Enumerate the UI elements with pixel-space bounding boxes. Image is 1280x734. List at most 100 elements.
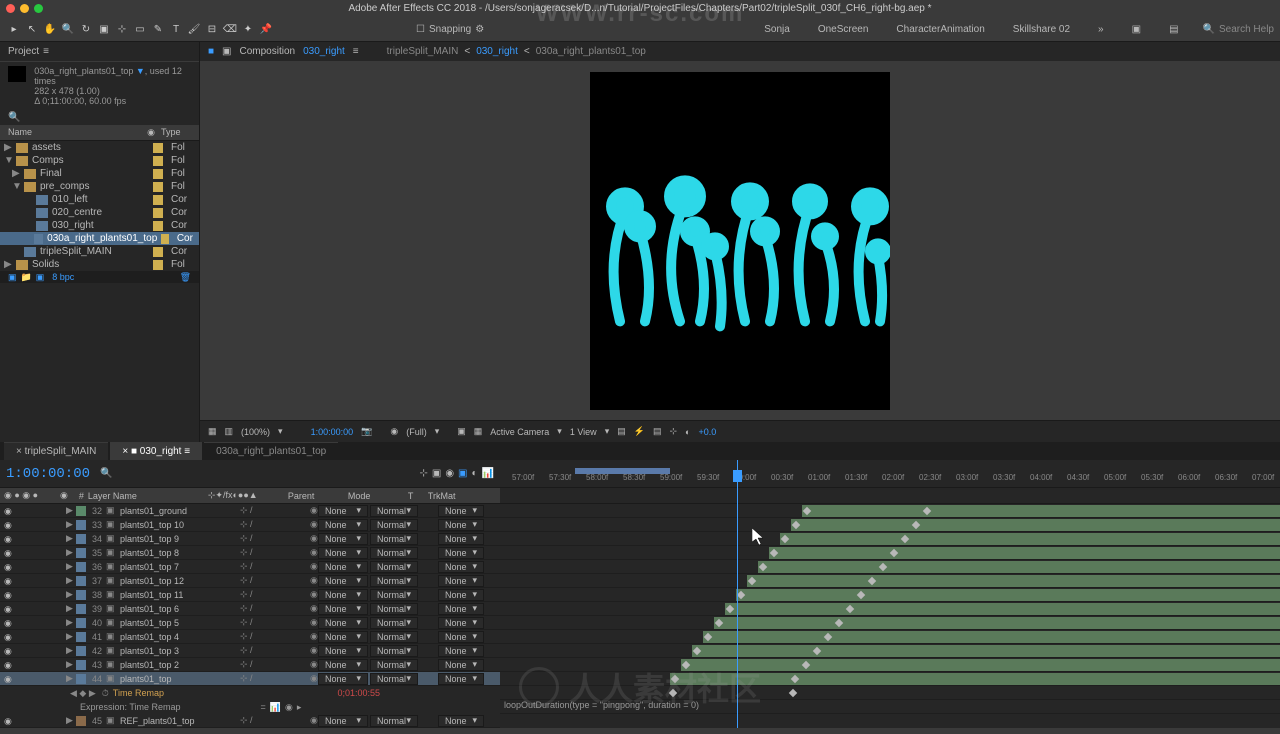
time-remap-property[interactable]: ◀ ◆ ▶ ⏱ Time Remap 0;01:00:55: [0, 686, 500, 700]
expand-arrow-icon[interactable]: ▶: [66, 589, 76, 600]
layer-row[interactable]: ◉▶37▣plants01_top 12⊹ /◉None▾Normal▾None…: [0, 574, 500, 588]
expand-arrow-icon[interactable]: ▶: [66, 547, 76, 558]
maximize-dot[interactable]: [34, 4, 43, 13]
camera-dropdown-icon[interactable]: ▾: [557, 426, 562, 437]
parent-dropdown[interactable]: None▾: [318, 715, 368, 727]
layer-label-swatch[interactable]: [76, 534, 86, 544]
layer-name[interactable]: REF_plants01_top: [116, 716, 240, 726]
layer-bar-row[interactable]: [500, 658, 1280, 672]
layer-bar-row[interactable]: [500, 602, 1280, 616]
layer-label-swatch[interactable]: [76, 506, 86, 516]
layer-row[interactable]: ◉▶33▣plants01_top 10⊹ /◉None▾Normal▾None…: [0, 518, 500, 532]
expand-arrow-icon[interactable]: ▶: [66, 659, 76, 670]
playhead[interactable]: [737, 460, 738, 728]
layer-bar-row[interactable]: [500, 644, 1280, 658]
tree-item[interactable]: ▶FinalFol: [0, 167, 199, 180]
viewer-canvas[interactable]: [200, 62, 1280, 420]
visibility-icon[interactable]: ◉: [4, 506, 14, 516]
parent-dropdown[interactable]: None▾: [318, 631, 368, 643]
zoom-level[interactable]: (100%): [241, 427, 270, 437]
keyframe-nav-icon[interactable]: ◀ ◆ ▶: [70, 688, 96, 699]
tree-item[interactable]: tripleSplit_MAINCor: [0, 245, 199, 258]
parent-dropdown[interactable]: None▾: [318, 561, 368, 573]
visibility-icon[interactable]: ◉: [4, 632, 14, 642]
label-col-icon[interactable]: ◉: [147, 127, 155, 138]
mode-dropdown[interactable]: Normal▾: [370, 603, 418, 615]
timeline-icon[interactable]: ▤: [653, 426, 662, 437]
parent-dropdown[interactable]: None▾: [318, 519, 368, 531]
parent-dropdown[interactable]: None▾: [318, 645, 368, 657]
visibility-icon[interactable]: ◉: [4, 520, 14, 530]
tree-item[interactable]: 030_rightCor: [0, 219, 199, 232]
mode-dropdown[interactable]: Normal▾: [370, 519, 418, 531]
snapping-options-icon[interactable]: ⚙: [475, 24, 484, 35]
layer-row[interactable]: ◉▶39▣plants01_top 6⊹ /◉None▾Normal▾None▾: [0, 602, 500, 616]
layer-bar-row[interactable]: [500, 616, 1280, 630]
grid-icon[interactable]: ▥: [225, 426, 234, 437]
layer-row[interactable]: ◉▶40▣plants01_top 5⊹ /◉None▾Normal▾None▾: [0, 616, 500, 630]
layer-bar-row[interactable]: [500, 532, 1280, 546]
layer-label-swatch[interactable]: [76, 576, 86, 586]
layer-bar-row[interactable]: [500, 518, 1280, 532]
crumb-1[interactable]: 030_right: [476, 46, 518, 57]
tree-item[interactable]: ▼pre_compsFol: [0, 180, 199, 193]
channel-icon[interactable]: ◉: [390, 426, 398, 437]
pickwhip-icon[interactable]: ◉: [310, 715, 318, 726]
expand-arrow-icon[interactable]: ▶: [66, 519, 76, 530]
layer-bar-row[interactable]: [500, 560, 1280, 574]
trkmat-col[interactable]: TrkMat: [428, 491, 488, 501]
expand-arrow-icon[interactable]: ▶: [66, 673, 76, 684]
visibility-icon[interactable]: ◉: [4, 660, 14, 670]
composition-preview[interactable]: [590, 72, 890, 410]
time-remap-label[interactable]: Time Remap: [113, 688, 338, 698]
selection-tool-icon[interactable]: ↖: [24, 22, 40, 38]
expand-arrow-icon[interactable]: ▶: [66, 617, 76, 628]
layer-label-swatch[interactable]: [76, 646, 86, 656]
timeline-timecode[interactable]: 1:00:00:00: [6, 466, 90, 482]
panel-menu-icon[interactable]: ≡: [43, 46, 49, 57]
col-name[interactable]: Name: [8, 127, 147, 138]
layer-row[interactable]: ◉▶36▣plants01_top 7⊹ /◉None▾Normal▾None▾: [0, 560, 500, 574]
expr-pickwhip-icon[interactable]: ◉: [285, 702, 293, 713]
visibility-icon[interactable]: ◉: [4, 548, 14, 558]
mode-dropdown[interactable]: Normal▾: [370, 561, 418, 573]
tree-item[interactable]: ▶SolidsFol: [0, 258, 199, 271]
workspace-characteranimation[interactable]: CharacterAnimation: [892, 22, 988, 37]
expr-language-icon[interactable]: ▸: [297, 702, 302, 713]
zoom-tool-icon[interactable]: 🔍: [60, 22, 76, 38]
motion-blur-icon[interactable]: ◐: [472, 468, 478, 479]
shape-tool-icon[interactable]: ▭: [132, 22, 148, 38]
layer-label-swatch[interactable]: [76, 632, 86, 642]
window-controls[interactable]: [6, 4, 43, 13]
brush-tool-icon[interactable]: 🖌: [186, 22, 202, 38]
project-tree[interactable]: ▶assetsFol▼CompsFol▶FinalFol▼pre_compsFo…: [0, 141, 199, 271]
workspace-onescreen[interactable]: OneScreen: [814, 22, 873, 37]
comp-new-icon[interactable]: ▣: [36, 272, 45, 283]
close-dot[interactable]: [6, 4, 15, 13]
flowchart-icon[interactable]: ⊹: [669, 426, 677, 437]
mode-dropdown[interactable]: Normal▾: [370, 673, 418, 685]
trkmat-dropdown[interactable]: None▾: [438, 659, 484, 671]
time-remap-value[interactable]: 0;01:00:55: [337, 688, 500, 698]
expression-text-row[interactable]: loopOutDuration(type = "pingpong", durat…: [500, 700, 1280, 714]
parent-dropdown[interactable]: None▾: [318, 547, 368, 559]
layer-bar-row[interactable]: [500, 630, 1280, 644]
expression-row[interactable]: Expression: Time Remap = 📊 ◉ ▸: [0, 700, 500, 714]
exposure-value[interactable]: +0.0: [698, 427, 716, 437]
layer-bar-row[interactable]: [500, 574, 1280, 588]
time-ruler[interactable]: 57:00f57:30f58:00f58:30f59:00f59:30f00:0…: [500, 460, 1280, 488]
parent-dropdown[interactable]: None▾: [318, 505, 368, 517]
frame-blend-icon[interactable]: ▣: [458, 468, 467, 479]
camera-tool-icon[interactable]: ▣: [96, 22, 112, 38]
folder-new-icon[interactable]: 📁: [21, 272, 32, 283]
trkmat-dropdown[interactable]: None▾: [438, 617, 484, 629]
trash-icon[interactable]: 🗑: [180, 272, 191, 283]
mode-dropdown[interactable]: Normal▾: [370, 575, 418, 587]
layer-row[interactable]: ◉▶38▣plants01_top 11⊹ /◉None▾Normal▾None…: [0, 588, 500, 602]
trkmat-dropdown[interactable]: None▾: [438, 589, 484, 601]
hide-shy-icon[interactable]: ◉: [445, 468, 454, 479]
magnification-icon[interactable]: ▦: [208, 426, 217, 437]
parent-dropdown[interactable]: None▾: [318, 533, 368, 545]
expand-arrow-icon[interactable]: ▶: [66, 575, 76, 586]
minimize-dot[interactable]: [20, 4, 29, 13]
